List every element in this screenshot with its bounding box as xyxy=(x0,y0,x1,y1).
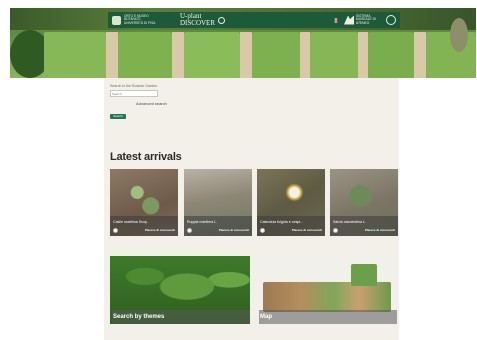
arrival-badge-label: Piacere di conoscerti xyxy=(291,228,322,232)
garden-logo-text: Orto e Museo Botanico Università di Pisa xyxy=(124,13,156,25)
arrival-card[interactable]: Ruppia maritima L. Piacere di conoscerti xyxy=(184,169,252,236)
hero-flower-bed xyxy=(368,32,414,78)
arrival-name: Ruppia maritima L. xyxy=(187,220,218,224)
hero-flower-bed xyxy=(44,32,106,78)
arrival-badge-label: Piacere di conoscerti xyxy=(218,228,249,232)
arrival-card[interactable]: Salvia clandestina L. Piacere di conosce… xyxy=(330,169,398,236)
arrival-name: Cakile maritima Scop. xyxy=(113,220,148,224)
map-illustration-block xyxy=(263,282,391,312)
hero-path xyxy=(106,32,118,78)
arrival-card[interactable]: Cakile maritima Scop. Piacere di conosce… xyxy=(110,169,178,236)
hero-path xyxy=(358,32,368,78)
app-title-line2: DISCOVER xyxy=(180,19,216,27)
search-button[interactable]: Search xyxy=(110,114,126,119)
hero-flower-bed xyxy=(310,32,358,78)
badge-icon xyxy=(333,228,338,233)
italian-flag-icon[interactable] xyxy=(334,17,338,23)
arrival-caption xyxy=(330,216,398,236)
badge-icon xyxy=(187,228,192,233)
garden-logo[interactable]: Orto e Museo Botanico Università di Pisa xyxy=(108,13,158,25)
arrival-badge-label: Piacere di conoscerti xyxy=(364,228,395,232)
map-illustration-building xyxy=(351,264,377,286)
badge-icon xyxy=(113,228,118,233)
app-title-icon xyxy=(218,16,226,24)
map-tile[interactable]: Map xyxy=(257,256,397,324)
arrival-caption xyxy=(257,216,325,236)
museum-logo-text: Sistema Museale di Ateneo xyxy=(356,13,376,25)
arrival-badge-label: Piacere di conoscerti xyxy=(144,228,175,232)
badge-icon xyxy=(260,228,265,233)
arrival-caption xyxy=(184,216,252,236)
university-seal-icon xyxy=(386,15,396,25)
hero-bush xyxy=(450,18,468,52)
garden-logo-icon xyxy=(112,15,121,25)
search-label: Search in the Botanic Garden xyxy=(110,84,158,88)
hero-path xyxy=(300,32,310,78)
hero-path xyxy=(172,32,184,78)
hero-flower-bed xyxy=(184,32,240,78)
arrival-name: Calendula fulgida e cespi... xyxy=(260,220,304,224)
hero-path xyxy=(414,32,426,78)
search-input[interactable] xyxy=(110,90,158,97)
search-by-themes-tile[interactable]: Search by themes xyxy=(110,256,250,324)
arrival-name: Salvia clandestina L. xyxy=(333,220,366,224)
hero-flower-bed xyxy=(252,32,300,78)
hero-flower-bed xyxy=(118,32,172,78)
search-by-themes-label: Search by themes xyxy=(112,310,250,324)
hero-path xyxy=(240,32,252,78)
museum-system-logo[interactable]: Sistema Museale di Ateneo xyxy=(344,13,400,26)
page: Orto e Museo Botanico Università di Pisa… xyxy=(0,0,477,340)
museum-logo-icon xyxy=(344,15,354,25)
app-title[interactable]: U-plant DISCOVER xyxy=(180,13,215,27)
arrival-card[interactable]: Calendula fulgida e cespi... Piacere di … xyxy=(257,169,325,236)
top-brand-bar: Orto e Museo Botanico Università di Pisa… xyxy=(108,12,400,28)
arrival-caption xyxy=(110,216,178,236)
latest-arrivals-title: Latest arrivals xyxy=(110,151,182,163)
search-section: Search in the Botanic Garden Advanced se… xyxy=(110,84,230,106)
advanced-search-link[interactable]: Advanced search xyxy=(136,101,230,106)
map-label: Map xyxy=(259,310,397,324)
